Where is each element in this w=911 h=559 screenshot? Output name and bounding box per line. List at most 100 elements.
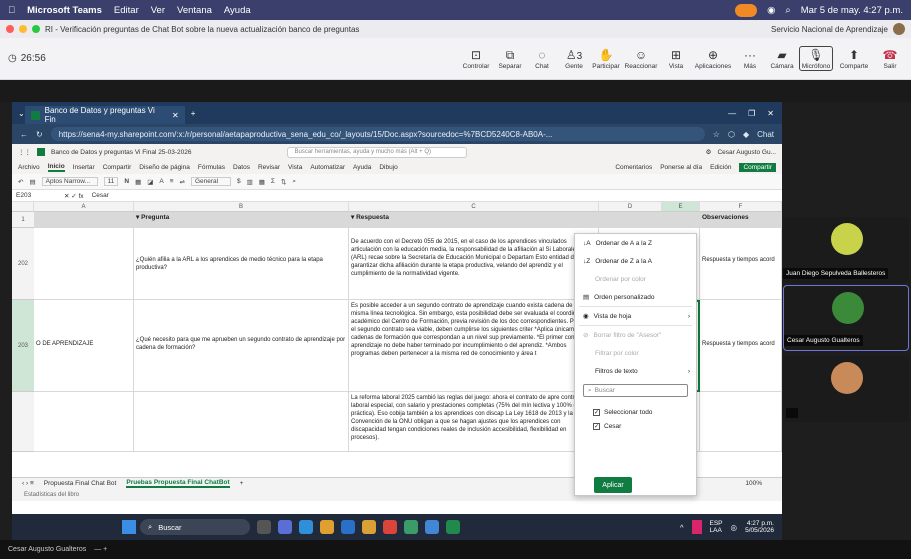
apply-filter-button[interactable]: Aplicar [594,477,632,493]
header-pregunta[interactable]: ▾ Pregunta [134,212,349,228]
files-taskbar-icon[interactable] [362,520,376,534]
minimize-window-button[interactable] [19,25,27,33]
cell-respuesta-204[interactable]: La reforma laboral 2025 cambió las regla… [349,392,599,452]
sheet-nav-icon[interactable]: ‹ › ≡ [22,480,34,487]
font-size-select[interactable]: 11 [103,177,119,186]
app-launcher-icon[interactable]: ⋮⋮ [18,148,31,156]
menu-dibujo[interactable]: Dibujo [379,164,397,171]
corner-cell[interactable] [12,202,34,212]
fill-color-icon[interactable]: ◪ [147,178,153,186]
app-taskbar-icon[interactable] [404,520,418,534]
close-icon[interactable]: ✕ [767,109,774,118]
leave-button[interactable]: ☎ Salir [875,47,905,70]
comments-button[interactable]: Comentarios [615,164,652,171]
refresh-icon[interactable]: ↻ [36,130,43,139]
chat-button[interactable]: ◌ Chat [527,47,557,70]
menu-compartir[interactable]: Compartir [103,164,132,171]
chat-label[interactable]: Chat [757,130,774,139]
explorer-taskbar-icon[interactable] [320,520,334,534]
taskbar-clock[interactable]: 4:27 p.m. 5/05/2026 [745,520,774,534]
header-cell-de[interactable] [599,212,700,228]
cell-a204[interactable] [34,392,134,452]
conditional-format-icon[interactable]: ▥ [247,178,253,186]
settings-icon[interactable]: ⚙ [706,148,712,156]
paste-icon[interactable]: ▤ [29,178,35,186]
filter-search-input[interactable]: ⌕ Buscar [583,384,688,397]
cell-pregunta-202[interactable]: ¿Quién afilia a la ARL a los aprendices … [134,228,349,300]
cell-respuesta-203[interactable]: Es posible acceder a un segundo contrato… [349,300,599,392]
header-respuesta[interactable]: ▾ Respuesta [349,212,599,228]
editing-button[interactable]: Edición [710,164,731,171]
raise-hand-button[interactable]: ✋ Participar [591,47,621,70]
apple-icon[interactable]:  [8,5,15,16]
extensions-icon[interactable]: ⬡ [728,130,735,139]
cell-respuesta-202[interactable]: De acuerdo con el Decreto 055 de 2015, e… [349,228,599,300]
address-bar[interactable]: https://sena4-my.sharepoint.com/:x:/r/pe… [50,127,705,141]
row-header[interactable]: 202 [12,228,34,300]
zoom-window-button[interactable] [32,25,40,33]
participant-tile-2[interactable]: Cesar Augusto Gualteros [783,285,909,351]
excel-user[interactable]: Cesar Augusto Gu... [717,149,776,156]
table-format-icon[interactable]: ▦ [259,178,265,186]
windows-start-icon[interactable] [122,520,136,534]
recording-tray-icon[interactable] [691,520,702,534]
col-header-d[interactable]: D [599,202,662,212]
word-taskbar-icon[interactable] [425,520,439,534]
recording-indicator[interactable] [735,3,758,17]
menubar-datetime[interactable]: Mar 5 de may. 4:27 p.m. [801,5,903,16]
file-title[interactable]: Banco de Datos y preguntas Vi Final 25-0… [51,149,191,156]
share-excel-button[interactable]: Compartir [739,162,776,172]
menu-vista[interactable]: Vista [288,164,302,171]
new-tab-icon[interactable]: + [191,109,196,118]
share-button[interactable]: ⬆ Comparte [835,47,873,70]
col-header-b[interactable]: B [134,202,349,212]
wrap-icon[interactable]: ⇌ [180,178,185,186]
teams-taskbar-icon[interactable] [278,520,292,534]
sort-za-item[interactable]: ↓Z Ordenar de Z a la A [575,252,696,270]
view-button[interactable]: ⊞ Vista [661,47,691,70]
row-header[interactable]: 1 [12,212,34,228]
minimize-icon[interactable]: — [728,109,736,118]
menu-editar[interactable]: Editar [114,5,139,16]
language-indicator[interactable]: ESP LAA [710,520,723,534]
font-name-select[interactable]: Aptos Narrow... [41,177,98,186]
menu-formulas[interactable]: Fórmulas [198,164,225,171]
outlook-taskbar-icon[interactable] [341,520,355,534]
sort-az-item[interactable]: ↓A Ordenar de A a la Z [575,234,696,252]
camera-button[interactable]: ▰ Cámara [767,47,797,70]
cell-pregunta-203[interactable]: ¿Qué necesito para que me aprueben un se… [134,300,349,392]
menu-automatizar[interactable]: Automatizar [310,164,345,171]
row-header[interactable]: 203 [12,300,34,392]
menu-archivo[interactable]: Archivo [18,164,40,171]
copilot-icon[interactable]: ◆ [743,130,749,139]
formula-input[interactable]: Cesar [92,192,109,199]
separar-button[interactable]: ⧉ Separar [495,47,525,70]
zoom-level[interactable]: 100% [745,480,762,487]
value-cesar-checkbox[interactable]: ✓ Cesar [575,419,696,433]
back-icon[interactable]: ← [20,130,28,139]
number-format-select[interactable]: General [190,177,231,186]
menu-ayuda[interactable]: Ayuda [224,5,251,16]
find-icon[interactable]: ⌕ [292,178,296,186]
menu-ventana[interactable]: Ventana [177,5,212,16]
close-tab-icon[interactable]: ✕ [172,111,179,120]
taskbar-search[interactable]: ⌕ Buscar [140,519,250,535]
border-icon[interactable]: ▦ [135,178,141,186]
task-view-icon[interactable] [257,520,271,534]
header-cell-a[interactable] [34,212,134,228]
participant-tile-1[interactable]: Juan Diego Sepulveda Ballesteros [783,217,909,283]
apps-button[interactable]: ⊕ Aplicaciones [693,47,733,70]
menu-inicio[interactable]: Inicio [47,163,65,172]
currency-icon[interactable]: $ [237,178,241,185]
controlar-button[interactable]: ⊡ Controlar [459,47,493,70]
browser-tab[interactable]: Banco de Datos y preguntas Vi Fin ✕ [24,106,185,124]
cell-pregunta-204[interactable] [134,392,349,452]
search-icon[interactable]: ⌕ [785,5,790,16]
close-window-button[interactable] [6,25,14,33]
favorite-icon[interactable]: ☆ [713,130,720,139]
wifi-icon[interactable]: ◉ [767,5,775,16]
col-header-e[interactable]: E [662,202,700,212]
cell-a203[interactable]: O DE APRENDIZAJE [34,300,134,392]
excel-taskbar-icon[interactable] [446,520,460,534]
col-header-a[interactable]: A [34,202,134,212]
